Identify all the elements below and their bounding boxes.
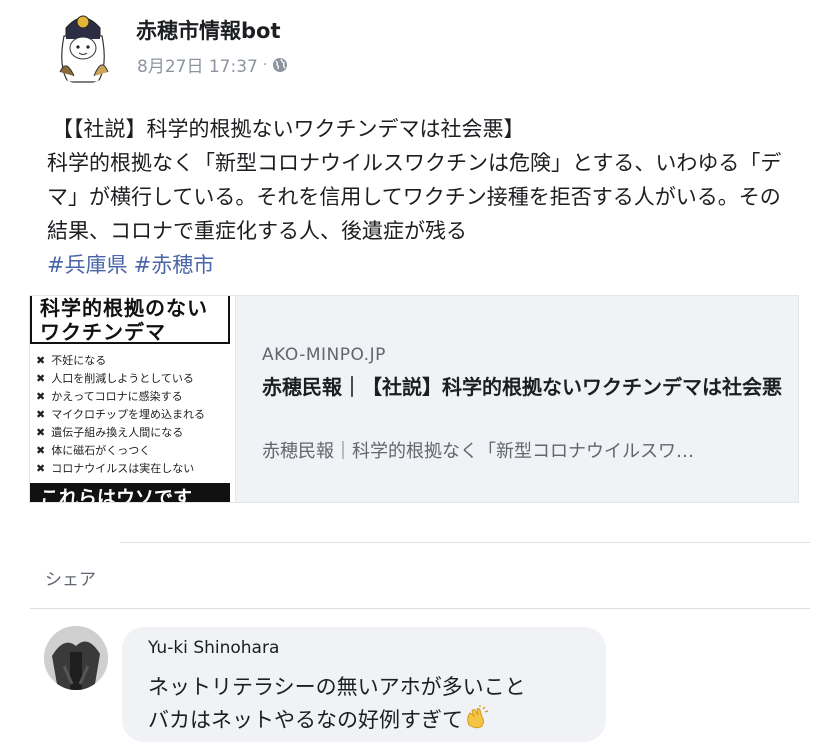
comment-line-2: バカはネットやるなの好例すぎて (148, 704, 526, 737)
commenter-avatar[interactable] (44, 626, 108, 690)
x-mark-icon: ✖ (36, 462, 46, 475)
hashtag-ako[interactable]: #赤穂市 (134, 253, 215, 277)
link-thumbnail: 科学的根拠のない ワクチンデマ ✖ 不妊になる ✖ 人口を削減しようとしている ✖ か… (30, 296, 236, 502)
thumbnail-headline-box: 科学的根拠のない ワクチンデマ (30, 296, 230, 344)
post-timestamp[interactable]: 8月27日 17:37 (137, 52, 258, 77)
comment-line-2-text: バカはネットやるなの好例すぎて (148, 708, 463, 732)
hashtags: #兵庫県 #赤穂市 (47, 249, 220, 279)
list-item: ✖ かえってコロナに感染する (36, 388, 205, 406)
myth-text: 不妊になる (51, 354, 107, 367)
myth-text: コロナウイルスは実在しない (51, 462, 195, 475)
comment-text: ネットリテラシーの無いアホが多いこと バカはネットやるなの好例すぎて (148, 671, 526, 737)
samurai-mascot-icon (59, 15, 109, 83)
link-description: 赤穂民報｜科学的根拠なく「新型コロナウイルスワ… (262, 441, 694, 462)
x-mark-icon: ✖ (36, 444, 46, 457)
myth-text: マイクロチップを埋め込まれる (51, 408, 205, 421)
x-mark-icon: ✖ (36, 372, 46, 385)
link-preview-card[interactable]: 科学的根拠のない ワクチンデマ ✖ 不妊になる ✖ 人口を削減しようとしている ✖ か… (29, 295, 799, 503)
link-domain: AKO-MINPO.JP (262, 345, 386, 365)
meta-separator: · (262, 56, 268, 73)
thumbnail-headline-2: ワクチンデマ (40, 320, 166, 344)
x-mark-icon: ✖ (36, 426, 46, 439)
myth-text: 遺伝子組み換え人間になる (51, 426, 184, 439)
comment-line-1: ネットリテラシーの無いアホが多いこと (148, 675, 526, 699)
page-avatar[interactable] (44, 6, 122, 84)
thumbnail-banner: これらはウソです (30, 483, 230, 502)
globe-icon (273, 57, 288, 72)
list-item: ✖ 不妊になる (36, 352, 205, 370)
thumbnail-myth-list: ✖ 不妊になる ✖ 人口を削減しようとしている ✖ かえってコロナに感染する ✖ マイク… (36, 352, 205, 478)
post-body: 科学的根拠なく「新型コロナウイルスワクチンは危険」とする、いわゆる「デマ」が横行… (47, 151, 782, 243)
post-meta: 8月27日 17:37 · (137, 52, 288, 77)
x-mark-icon: ✖ (36, 354, 46, 367)
hashtag-hyogo[interactable]: #兵庫県 (47, 253, 128, 277)
link-title[interactable]: 赤穂民報｜【社説】科学的根拠ないワクチンデマは社会悪 (262, 372, 782, 402)
myth-text: 人口を削減しようとしている (51, 372, 194, 385)
myth-text: 体に磁石がくっつく (51, 444, 151, 457)
page-name[interactable]: 赤穂市情報bot (136, 15, 281, 45)
commenter-photo (44, 626, 108, 690)
clapping-hands-icon (467, 705, 489, 729)
x-mark-icon: ✖ (36, 390, 46, 403)
divider (120, 542, 810, 543)
comment-author[interactable]: Yu-ki Shinohara (148, 638, 279, 658)
x-mark-icon: ✖ (36, 408, 46, 421)
list-item: ✖ 遺伝子組み換え人間になる (36, 424, 205, 442)
divider (30, 608, 810, 609)
list-item: ✖ 体に磁石がくっつく (36, 442, 205, 460)
myth-text: かえってコロナに感染する (51, 390, 183, 403)
post-title: 【【社説】科学的根拠ないワクチンデマは社会悪】 (52, 117, 525, 141)
list-item: ✖ 人口を削減しようとしている (36, 370, 205, 388)
list-item: ✖ コロナウイルスは実在しない (36, 460, 205, 478)
list-item: ✖ マイクロチップを埋め込まれる (36, 406, 205, 424)
share-button[interactable]: シェア (45, 565, 96, 590)
